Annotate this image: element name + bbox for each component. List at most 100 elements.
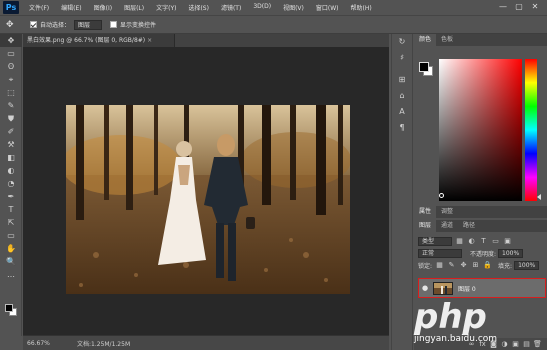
auto-select-option[interactable]: 自动选择： 图层 xyxy=(30,19,103,30)
healing-tool-icon[interactable]: ⛊ xyxy=(0,112,22,125)
move-tool-icon[interactable]: ✥ xyxy=(6,20,22,30)
opacity-label: 不透明度: xyxy=(470,250,497,258)
document-tab[interactable]: 黑白效果.png @ 66.7% (图层 0, RGB/8#) × xyxy=(23,34,175,47)
tab-layers[interactable]: 图层 xyxy=(414,220,437,232)
menu-item[interactable]: 窗口(W) xyxy=(316,3,339,12)
menu-item[interactable]: 编辑(E) xyxy=(61,3,81,12)
status-bar: 66.67% 文档:1.25M/1.25M xyxy=(23,335,389,350)
paragraph-icon[interactable]: ¶ xyxy=(392,120,412,136)
crop-tool-icon[interactable]: ⬚ xyxy=(0,86,22,99)
pen-tool-icon[interactable]: ✒ xyxy=(0,190,22,203)
menu-item[interactable]: 文件(F) xyxy=(29,3,49,12)
picker-cursor[interactable] xyxy=(439,193,444,198)
document-size: 文档:1.25M/1.25M xyxy=(77,340,131,348)
menu-item[interactable]: 视图(V) xyxy=(283,3,304,12)
layer-filter-dropdown[interactable]: 类型 xyxy=(418,236,452,246)
menu-item[interactable]: 选择(S) xyxy=(188,3,209,12)
close-tab-icon[interactable]: × xyxy=(147,37,152,44)
tab-color[interactable]: 颜色 xyxy=(414,34,437,46)
tab-swatches[interactable]: 色板 xyxy=(436,34,458,46)
quick-select-tool-icon[interactable]: ⌖ xyxy=(0,73,22,86)
wedding-photo[interactable] xyxy=(66,105,350,294)
close-icon[interactable]: ✕ xyxy=(527,2,543,12)
path-select-tool-icon[interactable]: ⇱ xyxy=(0,216,22,229)
layers-panel: 图层 通道 路径 类型 ▦ ◐ T ▭ ▣ 正常 不透明度: 100% 锁定: … xyxy=(414,220,547,298)
watermark-logo: php xyxy=(414,297,487,337)
lasso-tool-icon[interactable]: ʘ xyxy=(0,60,22,73)
auto-select-dropdown[interactable]: 图层 xyxy=(74,19,103,30)
eyedropper-tool-icon[interactable]: ✎ xyxy=(0,99,22,112)
history-brush-tool-icon[interactable]: ◧ xyxy=(0,151,22,164)
tab-strip xyxy=(175,34,389,47)
collapsed-panels: ↻ ♯ ⊞ ⌂ A ¶ xyxy=(391,34,413,350)
layer-row[interactable]: ● 图层 0 xyxy=(418,278,546,298)
show-transform-label: 显示变换控件 xyxy=(120,22,157,29)
layer-name[interactable]: 图层 0 xyxy=(458,284,476,293)
menu-item[interactable]: 文字(Y) xyxy=(156,3,176,12)
foreground-background-swatch[interactable] xyxy=(5,304,17,316)
filter-type-icon[interactable]: T xyxy=(479,237,488,246)
hue-slider[interactable] xyxy=(525,59,541,201)
more-tool-icon[interactable]: … xyxy=(0,268,22,281)
watermark: php jingyan.baidu.com xyxy=(412,300,542,346)
lock-position-icon[interactable]: ✥ xyxy=(459,261,468,270)
layer-filter-row: 类型 ▦ ◐ T ▭ ▣ xyxy=(414,235,547,247)
show-transform-option[interactable]: 显示变换控件 xyxy=(110,20,156,29)
tools-panel: ✥ ▭ ʘ ⌖ ⬚ ✎ ⛊ ✐ ⚒ ◧ ◐ ◔ ✒ T ⇱ ▭ ✋ 🔍… xyxy=(0,34,22,336)
lock-all-icon[interactable]: 🔒 xyxy=(483,261,492,270)
photoshop-logo: Ps xyxy=(3,1,19,14)
histogram-icon[interactable]: ♯ xyxy=(392,50,412,66)
character-icon[interactable]: A xyxy=(392,104,412,120)
menu-item[interactable]: 3D(D) xyxy=(253,3,271,12)
tab-channels[interactable]: 通道 xyxy=(436,220,458,232)
tab-adjustments[interactable]: 调整 xyxy=(436,206,458,218)
lock-pixels-icon[interactable]: ▦ xyxy=(435,261,444,270)
filter-pixel-icon[interactable]: ▦ xyxy=(455,237,464,246)
color-panel-tabs: 颜色 色板 xyxy=(414,34,547,46)
menu-item[interactable]: 滤镜(T) xyxy=(221,3,241,12)
brush-settings-icon[interactable]: ⌂ xyxy=(392,88,412,104)
options-bar: ✥ 自动选择： 图层 显示变换控件 xyxy=(0,15,547,34)
move-tool-icon[interactable]: ✥ xyxy=(0,34,22,47)
menu-item[interactable]: 帮助(H) xyxy=(351,3,372,12)
show-transform-checkbox[interactable] xyxy=(110,21,118,28)
clone-stamp-tool-icon[interactable]: ⚒ xyxy=(0,138,22,151)
filter-adjust-icon[interactable]: ◐ xyxy=(467,237,476,246)
main-menu: 文件(F) 编辑(E) 图像(I) 图层(L) 文字(Y) 选择(S) 滤镜(T) 3D(D)… xyxy=(29,3,384,12)
adjust-panel-tabs: 属性 调整 xyxy=(414,206,547,218)
blend-mode-dropdown[interactable]: 正常 xyxy=(418,248,462,258)
hand-tool-icon[interactable]: ✋ xyxy=(0,242,22,255)
minimize-icon[interactable]: — xyxy=(495,2,511,12)
libraries-icon[interactable]: ⊞ xyxy=(392,72,412,88)
foreground-color[interactable] xyxy=(5,304,13,312)
zoom-tool-icon[interactable]: 🔍 xyxy=(0,255,22,268)
lock-artboard-icon[interactable]: ⊞ xyxy=(471,261,480,270)
visibility-eye-icon[interactable]: ● xyxy=(419,284,431,292)
eraser-tool-icon[interactable]: ◐ xyxy=(0,164,22,177)
menu-bar: Ps 文件(F) 编辑(E) 图像(I) 图层(L) 文字(Y) 选择(S) 滤镜(T) 3D… xyxy=(0,0,547,15)
marquee-tool-icon[interactable]: ▭ xyxy=(0,47,22,60)
maximize-icon[interactable]: ▢ xyxy=(511,2,527,12)
tab-properties[interactable]: 属性 xyxy=(414,206,437,218)
auto-select-checkbox[interactable] xyxy=(30,21,37,28)
blend-row: 正常 不透明度: 100% xyxy=(414,247,547,259)
color-panel-swatch[interactable] xyxy=(419,62,433,76)
brush-tool-icon[interactable]: ✐ xyxy=(0,125,22,138)
type-tool-icon[interactable]: T xyxy=(0,203,22,216)
gradient-tool-icon[interactable]: ◔ xyxy=(0,177,22,190)
history-icon[interactable]: ↻ xyxy=(392,34,412,50)
shape-tool-icon[interactable]: ▭ xyxy=(0,229,22,242)
opacity-input[interactable]: 100% xyxy=(498,248,524,258)
fill-input[interactable]: 100% xyxy=(514,260,540,270)
panel-foreground-color[interactable] xyxy=(419,62,429,72)
hue-slider-handle[interactable] xyxy=(537,194,541,200)
watermark-domain: jingyan.baidu.com xyxy=(414,334,498,344)
filter-shape-icon[interactable]: ▭ xyxy=(491,237,500,246)
tab-paths[interactable]: 路径 xyxy=(458,220,480,232)
menu-item[interactable]: 图层(L) xyxy=(124,3,144,12)
zoom-level[interactable]: 66.67% xyxy=(27,340,57,347)
filter-smart-icon[interactable]: ▣ xyxy=(503,237,512,246)
lock-paint-icon[interactable]: ✎ xyxy=(447,261,456,270)
menu-item[interactable]: 图像(I) xyxy=(94,3,112,12)
color-picker-field[interactable] xyxy=(439,59,522,201)
